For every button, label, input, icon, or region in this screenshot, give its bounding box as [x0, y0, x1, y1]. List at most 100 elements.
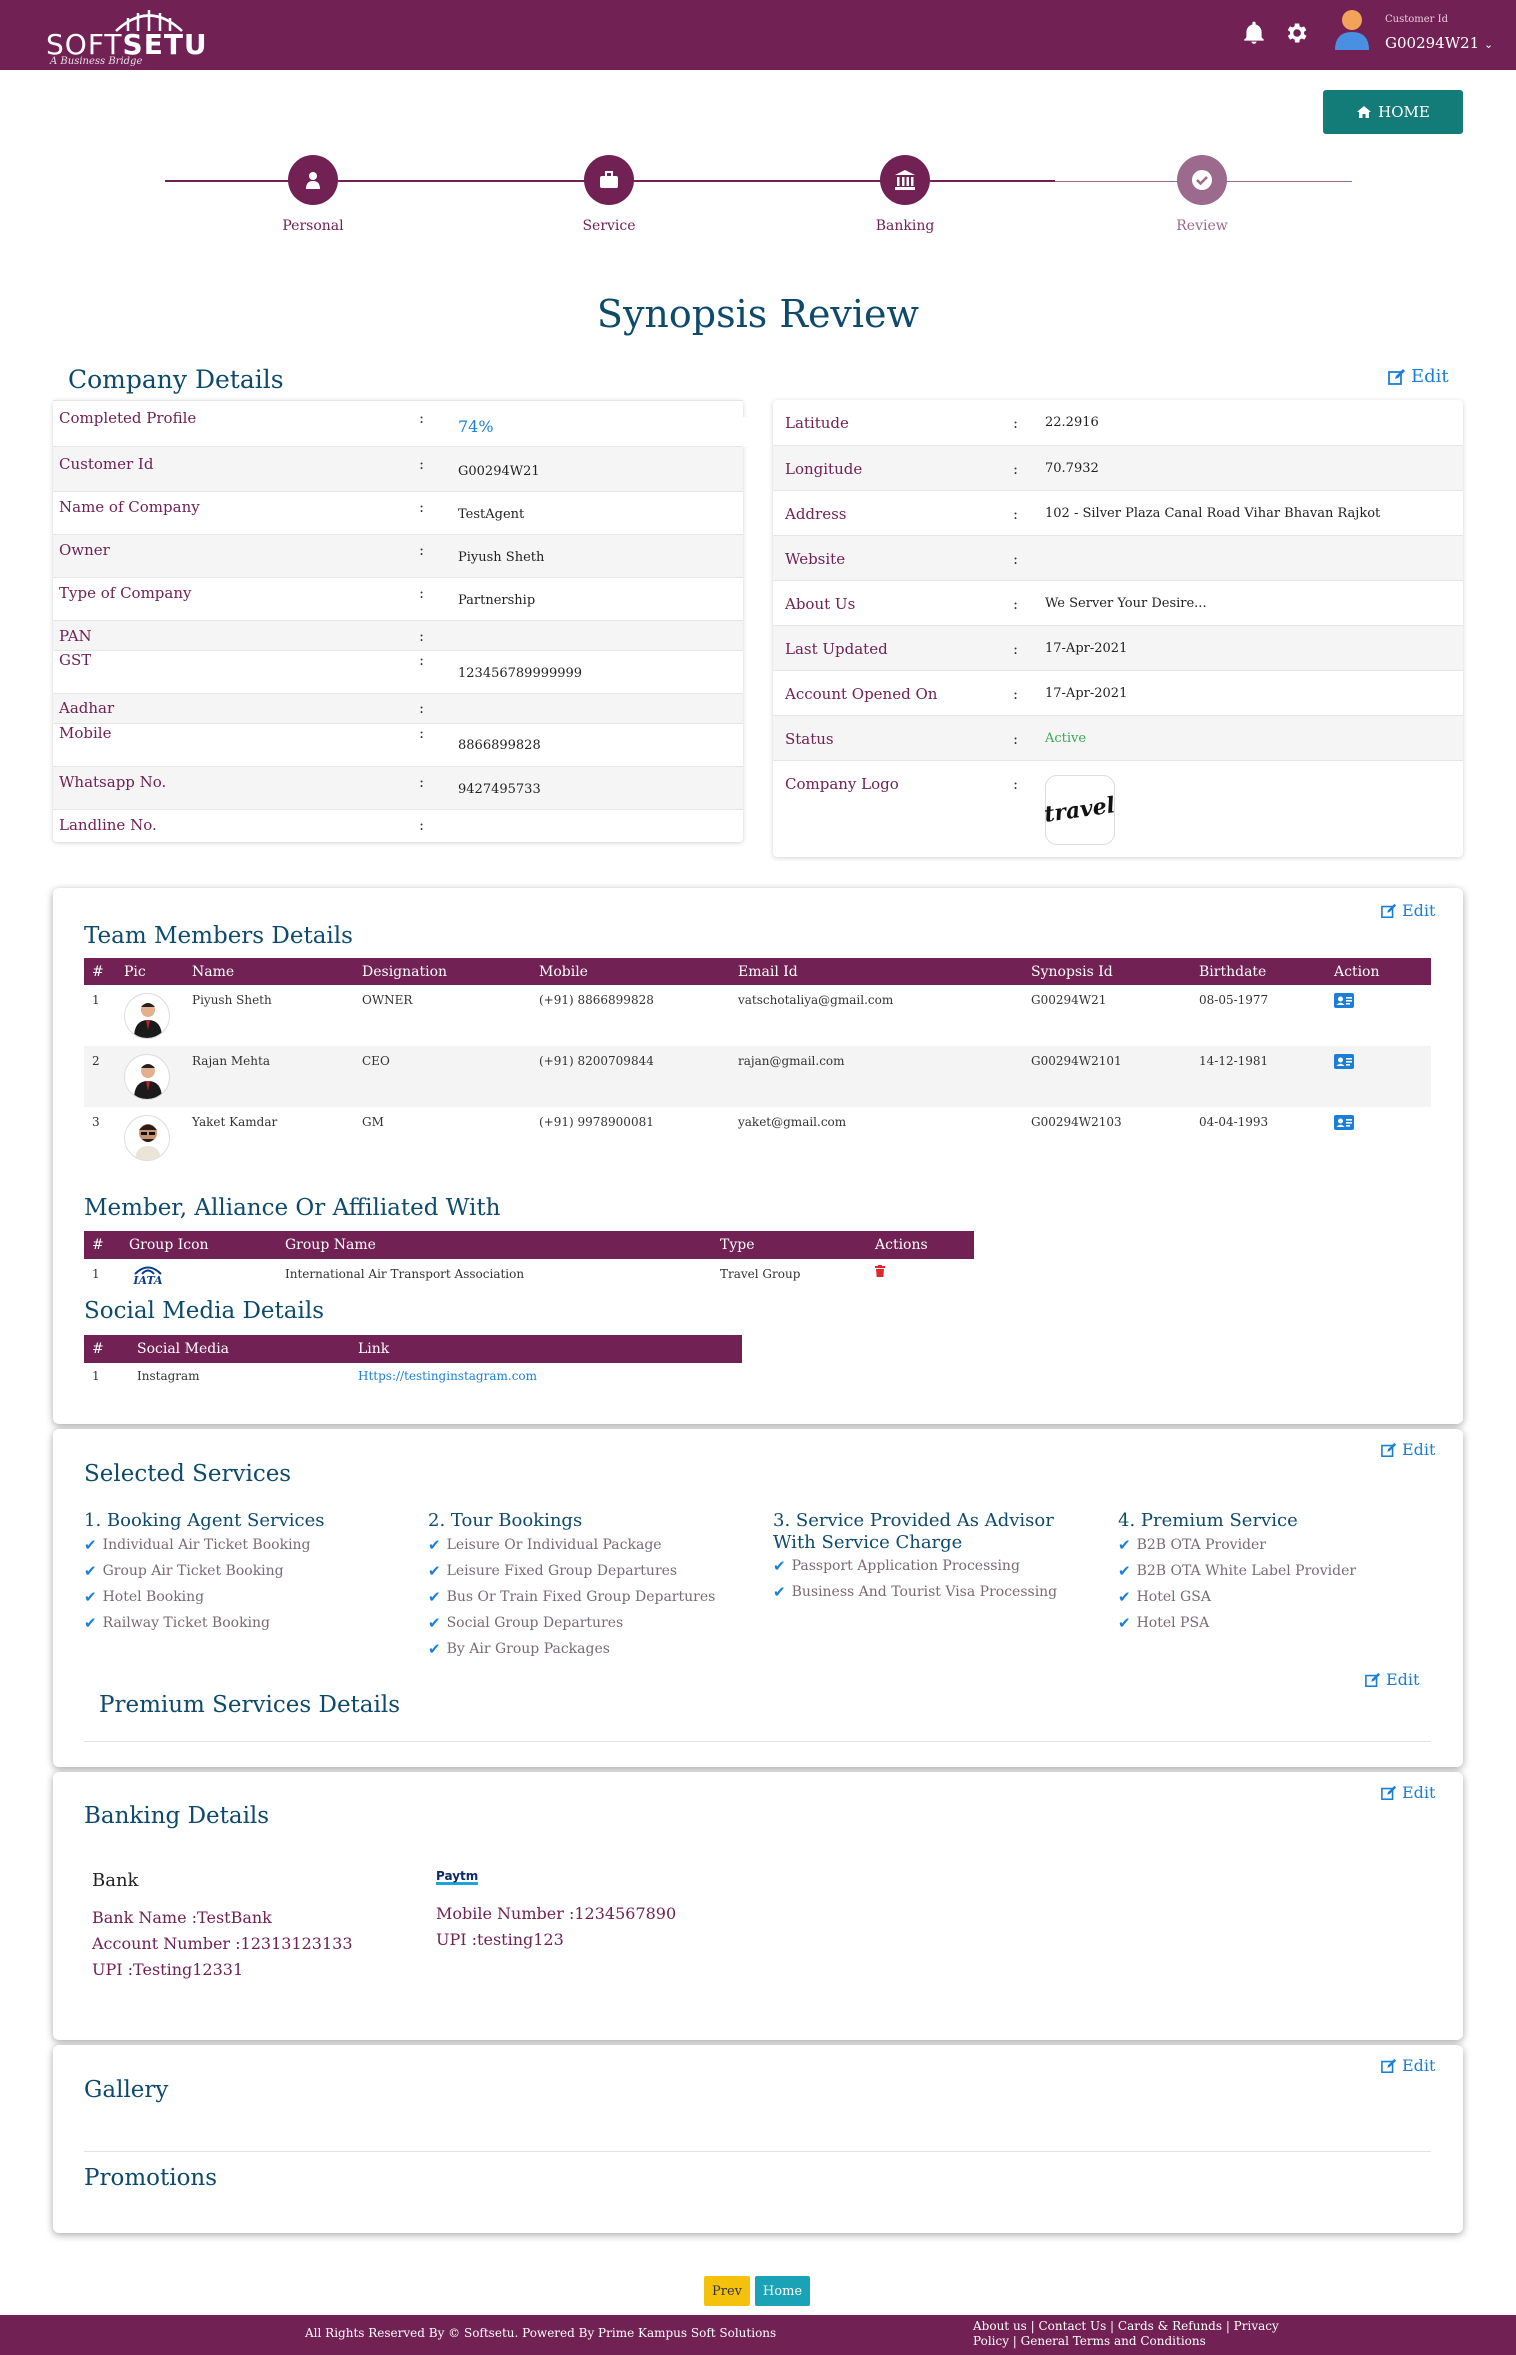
member-pic: [116, 985, 184, 1046]
step-service[interactable]: [584, 155, 634, 205]
member-name: Yaket Kamdar: [192, 1115, 278, 1129]
step-banking[interactable]: [880, 155, 930, 205]
check-icon: ✔: [428, 1614, 441, 1632]
table-row: 3 Yaket Kamdar GM (+91) 9978900081 yaket…: [84, 1107, 1431, 1168]
iata-logo-text: IATA: [133, 1274, 163, 1287]
trash-icon[interactable]: [875, 1265, 885, 1277]
edit-label: Edit: [1411, 366, 1449, 387]
colon: :: [419, 541, 425, 559]
service-item-label: Individual Air Ticket Booking: [102, 1537, 311, 1553]
member-mobile: (+91) 8200709844: [539, 1054, 654, 1068]
member-email: vatschotaliya@gmail.com: [738, 993, 894, 1007]
row-name-of-company: Name of Company : TestAgent: [53, 491, 743, 534]
service-item-label: Railway Ticket Booking: [102, 1615, 271, 1631]
service-item: ✔ B2B OTA Provider: [1118, 1536, 1266, 1554]
divider: [84, 1741, 1431, 1742]
col-header: Pic: [124, 963, 146, 980]
user-avatar-icon[interactable]: [1333, 8, 1371, 50]
home-button[interactable]: HOME: [1323, 90, 1463, 134]
contact-card-icon[interactable]: [1334, 1054, 1354, 1069]
home-bottom-button[interactable]: Home: [755, 2276, 810, 2306]
social-media-link[interactable]: Https://testinginstagram.com: [350, 1363, 742, 1389]
gallery-edit-link[interactable]: Edit: [1381, 2056, 1435, 2075]
service-item: ✔ Individual Air Ticket Booking: [84, 1536, 311, 1554]
service-category-title: 4. Premium Service: [1118, 1510, 1298, 1531]
group-type: Travel Group: [720, 1267, 801, 1281]
paytm-mobile: Mobile Number :1234567890: [436, 1904, 677, 1923]
status-badge: Active: [1045, 731, 1087, 746]
field-value: We Server Your Desire...: [1045, 596, 1207, 611]
col-header: Mobile: [539, 963, 588, 980]
service-item-label: Group Air Ticket Booking: [102, 1563, 284, 1579]
colon: :: [419, 584, 425, 602]
service-category-title: 2. Tour Bookings: [428, 1510, 583, 1531]
row-last-updated: Last Updated : 17-Apr-2021: [773, 625, 1463, 670]
premium-edit-link[interactable]: Edit: [1365, 1670, 1419, 1689]
user-icon: [306, 172, 320, 189]
row-company-logo: Company Logo : travel: [773, 760, 1463, 857]
edit-icon: [1381, 1785, 1397, 1800]
member-designation: CEO: [362, 1054, 390, 1068]
service-item: ✔ Social Group Departures: [428, 1614, 623, 1632]
contact-card-icon[interactable]: [1334, 1115, 1354, 1130]
step-review[interactable]: [1177, 155, 1227, 205]
service-item-label: By Air Group Packages: [446, 1641, 610, 1657]
check-icon: ✔: [773, 1557, 786, 1575]
field-value: TestAgent: [458, 507, 525, 522]
contact-card-icon[interactable]: [1334, 993, 1354, 1008]
team-members-card: Edit Team Members Details # Pic Name Des…: [53, 888, 1463, 1424]
prev-button[interactable]: Prev: [704, 2276, 750, 2306]
footer-links-line2[interactable]: Policy | General Terms and Conditions: [973, 2334, 1206, 2348]
service-item: ✔ Group Air Ticket Booking: [84, 1562, 284, 1580]
edit-label: Edit: [1386, 1670, 1420, 1689]
colon: :: [419, 498, 425, 516]
colon: :: [1013, 640, 1019, 658]
row-number: 3: [92, 1115, 100, 1129]
field-value: 8866899828: [458, 738, 541, 753]
gear-icon[interactable]: [1283, 20, 1309, 46]
avatar: [124, 993, 170, 1039]
avatar: [124, 1115, 170, 1161]
softsetu-logo[interactable]: SOFTSETU A Business Bridge: [46, 6, 207, 67]
col-header: #: [92, 1237, 104, 1253]
service-item-label: Bus Or Train Fixed Group Departures: [446, 1589, 716, 1605]
col-header: Action: [1334, 963, 1380, 980]
member-birthdate: 04-04-1993: [1199, 1115, 1269, 1129]
col-header: Link: [358, 1341, 390, 1357]
step-label-review: Review: [1176, 218, 1228, 234]
field-label: Mobile: [59, 724, 112, 742]
footer-copyright: All Rights Reserved By © Softsetu. Power…: [305, 2326, 777, 2340]
edit-label: Edit: [1402, 1783, 1436, 1802]
col-header: Designation: [362, 963, 448, 980]
check-circle-icon: [1192, 170, 1212, 190]
service-item: ✔ B2B OTA White Label Provider: [1118, 1562, 1356, 1580]
company-details-right-card: Latitude : 22.2916 Longitude : 70.7932 A…: [773, 400, 1463, 857]
alliance-table: # Group Icon Group Name Type Actions 1 I…: [84, 1231, 974, 1293]
person-suit-icon: [134, 1064, 162, 1099]
col-header: Type: [720, 1237, 755, 1253]
customer-id-dropdown[interactable]: G00294W21 ⌄: [1385, 34, 1493, 52]
selected-services-card: Edit Selected Services 1. Booking Agent …: [53, 1429, 1463, 1767]
company-edit-link[interactable]: Edit: [1388, 366, 1449, 387]
alliance-title: Member, Alliance Or Affiliated With: [84, 1195, 501, 1221]
bank-name: Bank Name :TestBank: [92, 1908, 272, 1927]
row-type-of-company: Type of Company : Partnership: [53, 577, 743, 620]
member-email: rajan@gmail.com: [738, 1054, 845, 1068]
team-edit-link[interactable]: Edit: [1381, 901, 1435, 920]
check-icon: ✔: [84, 1536, 97, 1554]
member-pic: [116, 1107, 184, 1168]
step-personal[interactable]: [288, 155, 338, 205]
check-icon: ✔: [428, 1588, 441, 1606]
field-value: 70.7932: [1045, 461, 1099, 476]
member-email: yaket@gmail.com: [738, 1115, 847, 1129]
services-edit-link[interactable]: Edit: [1381, 1440, 1435, 1459]
row-address: Address : 102 - Silver Plaza Canal Road …: [773, 490, 1463, 535]
field-label: Type of Company: [59, 584, 192, 602]
field-value: 123456789999999: [458, 666, 583, 681]
banking-edit-link[interactable]: Edit: [1381, 1783, 1435, 1802]
row-customer-id: Customer Id : G00294W21: [53, 446, 743, 491]
bell-icon[interactable]: [1241, 20, 1267, 46]
banking-details-title: Banking Details: [84, 1803, 270, 1829]
table-row: 1 IATA International Air Transport Assoc…: [84, 1259, 974, 1293]
footer-links-line1[interactable]: About us | Contact Us | Cards & Refunds …: [973, 2319, 1279, 2333]
